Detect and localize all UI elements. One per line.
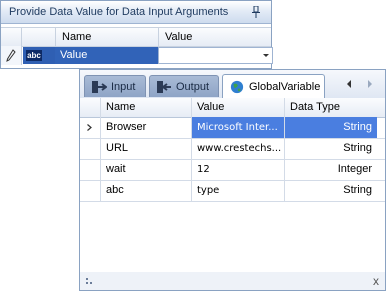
- variable-name[interactable]: URL: [100, 138, 191, 159]
- output-icon: [157, 80, 171, 93]
- scroll-right-icon[interactable]: [368, 80, 372, 88]
- global-variables-header: Name Value Data Type: [80, 98, 385, 118]
- abc-type-icon: abc: [26, 50, 42, 61]
- variable-name[interactable]: wait: [100, 159, 191, 180]
- globe-icon: [230, 80, 244, 93]
- tab-globalvariable-label: GlobalVariable: [249, 80, 321, 93]
- variable-name[interactable]: abc: [100, 180, 191, 201]
- table-row[interactable]: wait 12 Integer: [80, 159, 385, 181]
- scroll-left-icon[interactable]: [347, 80, 351, 88]
- panel-title-bar: Provide Data Value for Data Input Argume…: [1, 1, 271, 24]
- variable-type[interactable]: Integer: [284, 159, 377, 180]
- variable-value[interactable]: 12: [191, 159, 284, 180]
- table-row[interactable]: abc type String: [80, 180, 385, 202]
- tab-input-label: Input: [111, 80, 136, 93]
- row-selector[interactable]: [1, 46, 22, 65]
- data-type-column-header[interactable]: Data Type: [284, 98, 377, 117]
- argument-name-cell[interactable]: Value: [55, 47, 158, 64]
- panel-title: Provide Data Value for Data Input Argume…: [9, 6, 229, 18]
- variable-name[interactable]: Browser: [100, 117, 191, 138]
- argument-value-dropdown[interactable]: [158, 47, 273, 64]
- row-indicator: [80, 180, 100, 201]
- tab-output-label: Output: [176, 80, 210, 93]
- arguments-grid: Name Value abc Value: [1, 23, 273, 68]
- variable-value[interactable]: type: [191, 180, 284, 201]
- variables-tabstrip: Input Output GlobalVariable: [80, 70, 385, 99]
- variable-type[interactable]: String: [284, 138, 377, 159]
- variable-type[interactable]: String: [284, 117, 377, 138]
- value-column-header[interactable]: Value: [191, 98, 284, 117]
- pencil-icon: [6, 49, 16, 62]
- argument-row[interactable]: abc Value: [1, 46, 273, 65]
- row-indicator: [80, 159, 100, 180]
- panel-footer: x: [80, 272, 385, 290]
- variables-panel: Input Output GlobalVariable Name Value D…: [79, 69, 386, 291]
- type-cell: abc: [23, 47, 55, 64]
- name-column-header[interactable]: Name: [100, 98, 191, 117]
- type-column-header: [21, 28, 55, 46]
- tab-input[interactable]: Input: [84, 75, 146, 97]
- row-indicator: [80, 138, 100, 159]
- chevron-down-icon[interactable]: [263, 54, 269, 57]
- variable-value[interactable]: www.crestechs...: [191, 138, 284, 159]
- table-row[interactable]: URL www.crestechs... String: [80, 138, 385, 160]
- input-icon: [92, 80, 107, 93]
- variable-type[interactable]: String: [284, 180, 377, 201]
- tab-output[interactable]: Output: [149, 75, 219, 97]
- resize-grip-icon[interactable]: [86, 278, 94, 284]
- close-icon[interactable]: x: [373, 274, 379, 288]
- tab-globalvariable[interactable]: GlobalVariable: [222, 74, 325, 98]
- data-input-arguments-panel: Provide Data Value for Data Input Argume…: [0, 0, 273, 69]
- pin-icon[interactable]: [251, 6, 261, 18]
- indicator-column-header: [80, 98, 100, 117]
- value-column-header[interactable]: Value: [158, 28, 273, 46]
- variable-value[interactable]: Microsoft Inter...: [191, 117, 284, 138]
- global-variables-grid: Name Value Data Type Browser Microsoft I…: [80, 98, 385, 273]
- arguments-grid-header: Name Value: [1, 27, 271, 47]
- row-indicator: [80, 117, 100, 138]
- chevron-right-icon: [87, 124, 92, 131]
- name-column-header[interactable]: Name: [55, 28, 158, 46]
- table-row[interactable]: Browser Microsoft Inter... String: [80, 117, 385, 139]
